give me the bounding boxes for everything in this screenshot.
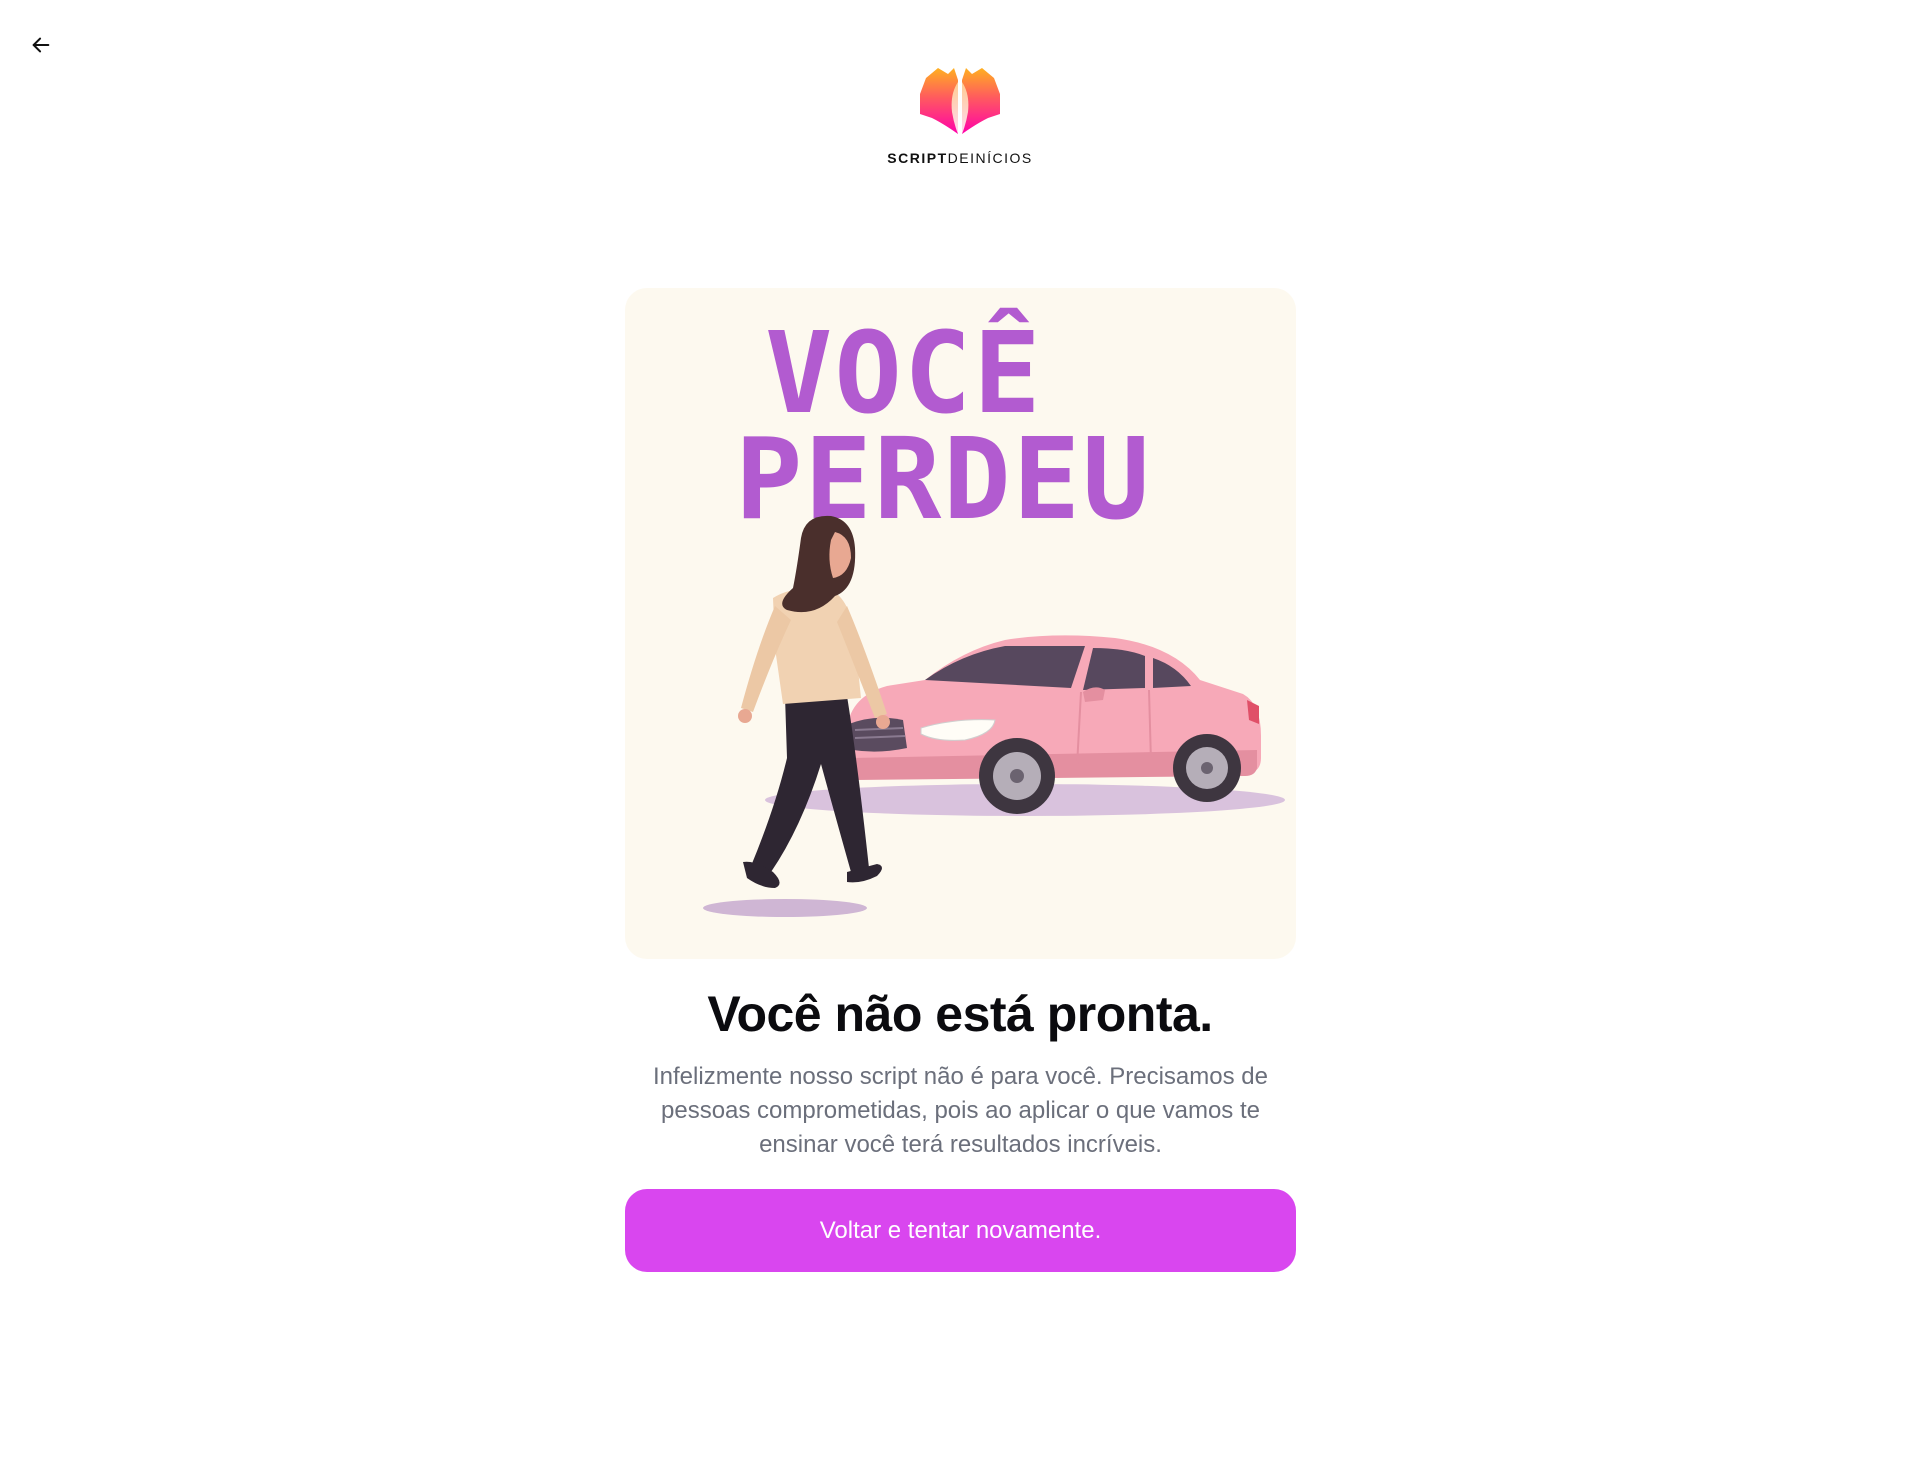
woman-shadow: [703, 899, 867, 917]
hero-illustration: VOCÊ PERDEU: [703, 307, 1285, 917]
result-headline: Você não está pronta.: [707, 986, 1213, 1042]
retry-button[interactable]: Voltar e tentar novamente.: [625, 1189, 1296, 1272]
hero-title-line-2: PERDEU: [735, 415, 1152, 545]
hero-card: VOCÊ PERDEU: [625, 288, 1296, 959]
brand-wordmark: SCRIPTDEINÍCIOS: [887, 150, 1032, 166]
scriptdeinicios-logo-icon: [920, 68, 1000, 134]
back-button[interactable]: [24, 28, 58, 62]
brand-wordmark-regular: DEINÍCIOS: [947, 150, 1033, 166]
brand: SCRIPTDEINÍCIOS: [0, 64, 1920, 166]
brand-wordmark-bold: SCRIPT: [887, 150, 948, 166]
result-description: Infelizmente nosso script não é para voc…: [653, 1063, 1268, 1158]
arrow-left-icon: [32, 37, 50, 53]
